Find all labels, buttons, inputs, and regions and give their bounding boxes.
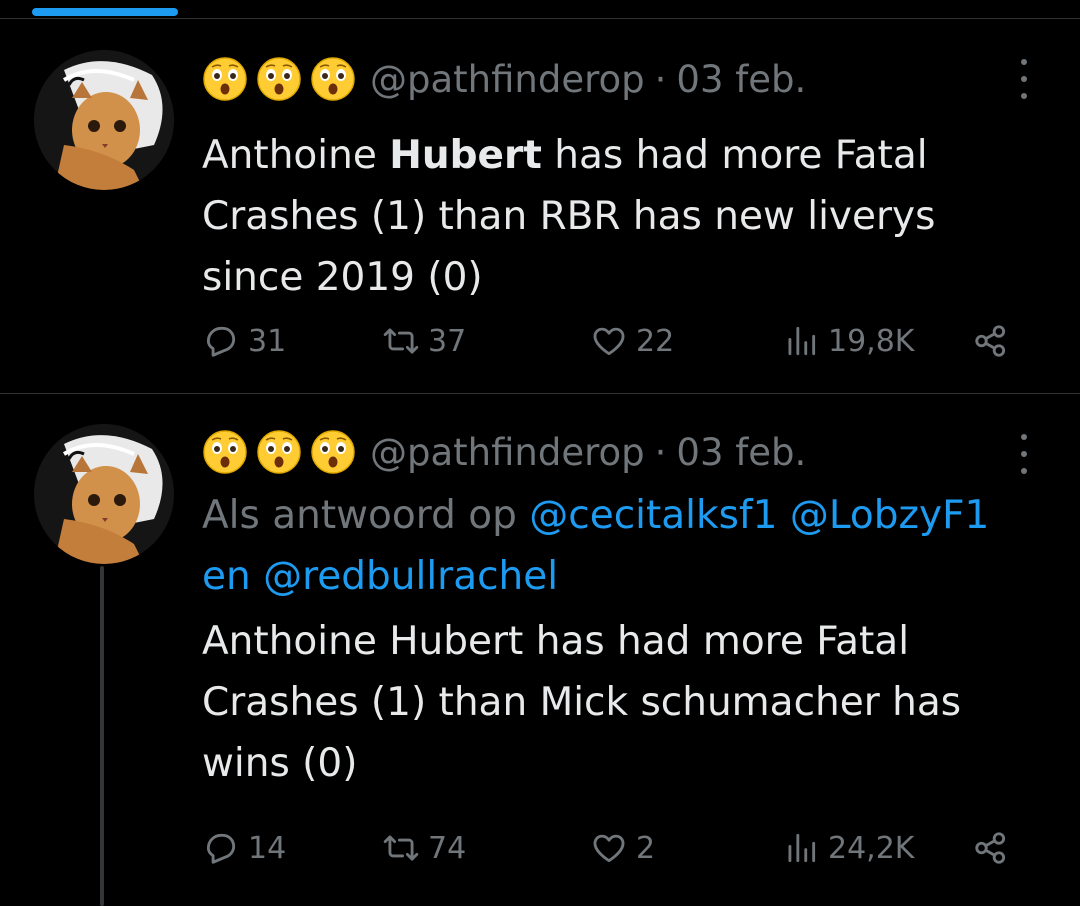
astonished-face-emoji-icon [311, 430, 355, 474]
views-count: 24,2K [828, 830, 915, 866]
astonished-face-emoji-icon [311, 57, 355, 101]
reply-button[interactable]: 14 [202, 823, 286, 873]
astonished-face-emoji-icon [257, 430, 301, 474]
mention-link[interactable]: @redbullrachel [263, 554, 558, 599]
mention-link[interactable]: @cecitalksf1 [529, 493, 777, 538]
tweet[interactable]: @pathfinderop · 03 feb. Als antwoord op … [0, 394, 1080, 906]
retweet-icon [383, 328, 419, 354]
avatar[interactable] [34, 424, 174, 564]
tweet-text: Anthoine Hubert has had more Fatal Crash… [202, 125, 1032, 308]
separator: · [654, 430, 667, 474]
mention-link[interactable]: @LobzyF1 [790, 493, 989, 538]
astonished-face-emoji-icon [203, 430, 247, 474]
retweet-button[interactable]: 37 [382, 316, 466, 366]
thread-line [100, 566, 104, 906]
more-options-icon[interactable] [1014, 434, 1034, 474]
reply-icon [206, 833, 236, 864]
reply-count: 14 [248, 830, 287, 866]
share-button[interactable] [972, 823, 1010, 873]
tweet-header: @pathfinderop · 03 feb. [202, 53, 806, 105]
tweet-text-line: Crashes (1) than RBR has new liverys [202, 194, 936, 239]
share-button[interactable] [972, 316, 1010, 366]
tweet-text-line: Crashes (1) than Mick schumacher has [202, 680, 962, 725]
tweet-text-line: wins (0) [202, 741, 358, 786]
retweet-count: 37 [428, 323, 467, 359]
tab-active-indicator [32, 8, 178, 16]
avatar[interactable] [34, 50, 174, 190]
views-chart-icon [788, 326, 816, 356]
like-count: 22 [636, 323, 675, 359]
like-button[interactable]: 22 [590, 316, 674, 366]
reply-icon [206, 326, 236, 357]
retweet-icon [383, 835, 419, 861]
more-options-icon[interactable] [1014, 59, 1034, 99]
tweet-date[interactable]: 03 feb. [676, 58, 806, 101]
tweet-text: Anthoine Hubert has had more Fatal Crash… [202, 611, 1032, 794]
tweet-date[interactable]: 03 feb. [676, 431, 806, 474]
views-button[interactable]: 19,8K [782, 316, 914, 366]
views-chart-icon [788, 833, 816, 863]
views-button[interactable]: 24,2K [782, 823, 914, 873]
heart-icon [593, 327, 625, 356]
like-button[interactable]: 2 [590, 823, 655, 873]
heart-icon [593, 834, 625, 863]
reply-button[interactable]: 31 [202, 316, 286, 366]
share-icon [975, 325, 1006, 357]
user-handle[interactable]: @pathfinderop [370, 58, 645, 101]
retweet-count: 74 [428, 830, 467, 866]
tweet-actions: 14 74 2 24,2K [202, 823, 1032, 873]
tweet[interactable]: @pathfinderop · 03 feb. Anthoine Hubert … [0, 19, 1080, 393]
tweet-header: @pathfinderop · 03 feb. [202, 426, 806, 478]
astonished-face-emoji-icon [257, 57, 301, 101]
share-icon [975, 832, 1006, 864]
tweet-text-line: Anthoine Hubert has had more Fatal [202, 619, 910, 664]
reply-count: 31 [248, 323, 287, 359]
astonished-face-emoji-icon [203, 57, 247, 101]
tweet-text-line: Anthoine Hubert has had more Fatal [202, 133, 928, 178]
user-handle[interactable]: @pathfinderop [370, 431, 645, 474]
tweet-text-line: since 2019 (0) [202, 255, 483, 300]
like-count: 2 [636, 830, 656, 866]
separator: · [654, 57, 667, 101]
views-count: 19,8K [828, 323, 915, 359]
reply-context: Als antwoord op @cecitalksf1 @LobzyF1 en… [202, 493, 990, 599]
retweet-button[interactable]: 74 [382, 823, 466, 873]
tweet-actions: 31 37 22 19,8K [202, 316, 1032, 366]
